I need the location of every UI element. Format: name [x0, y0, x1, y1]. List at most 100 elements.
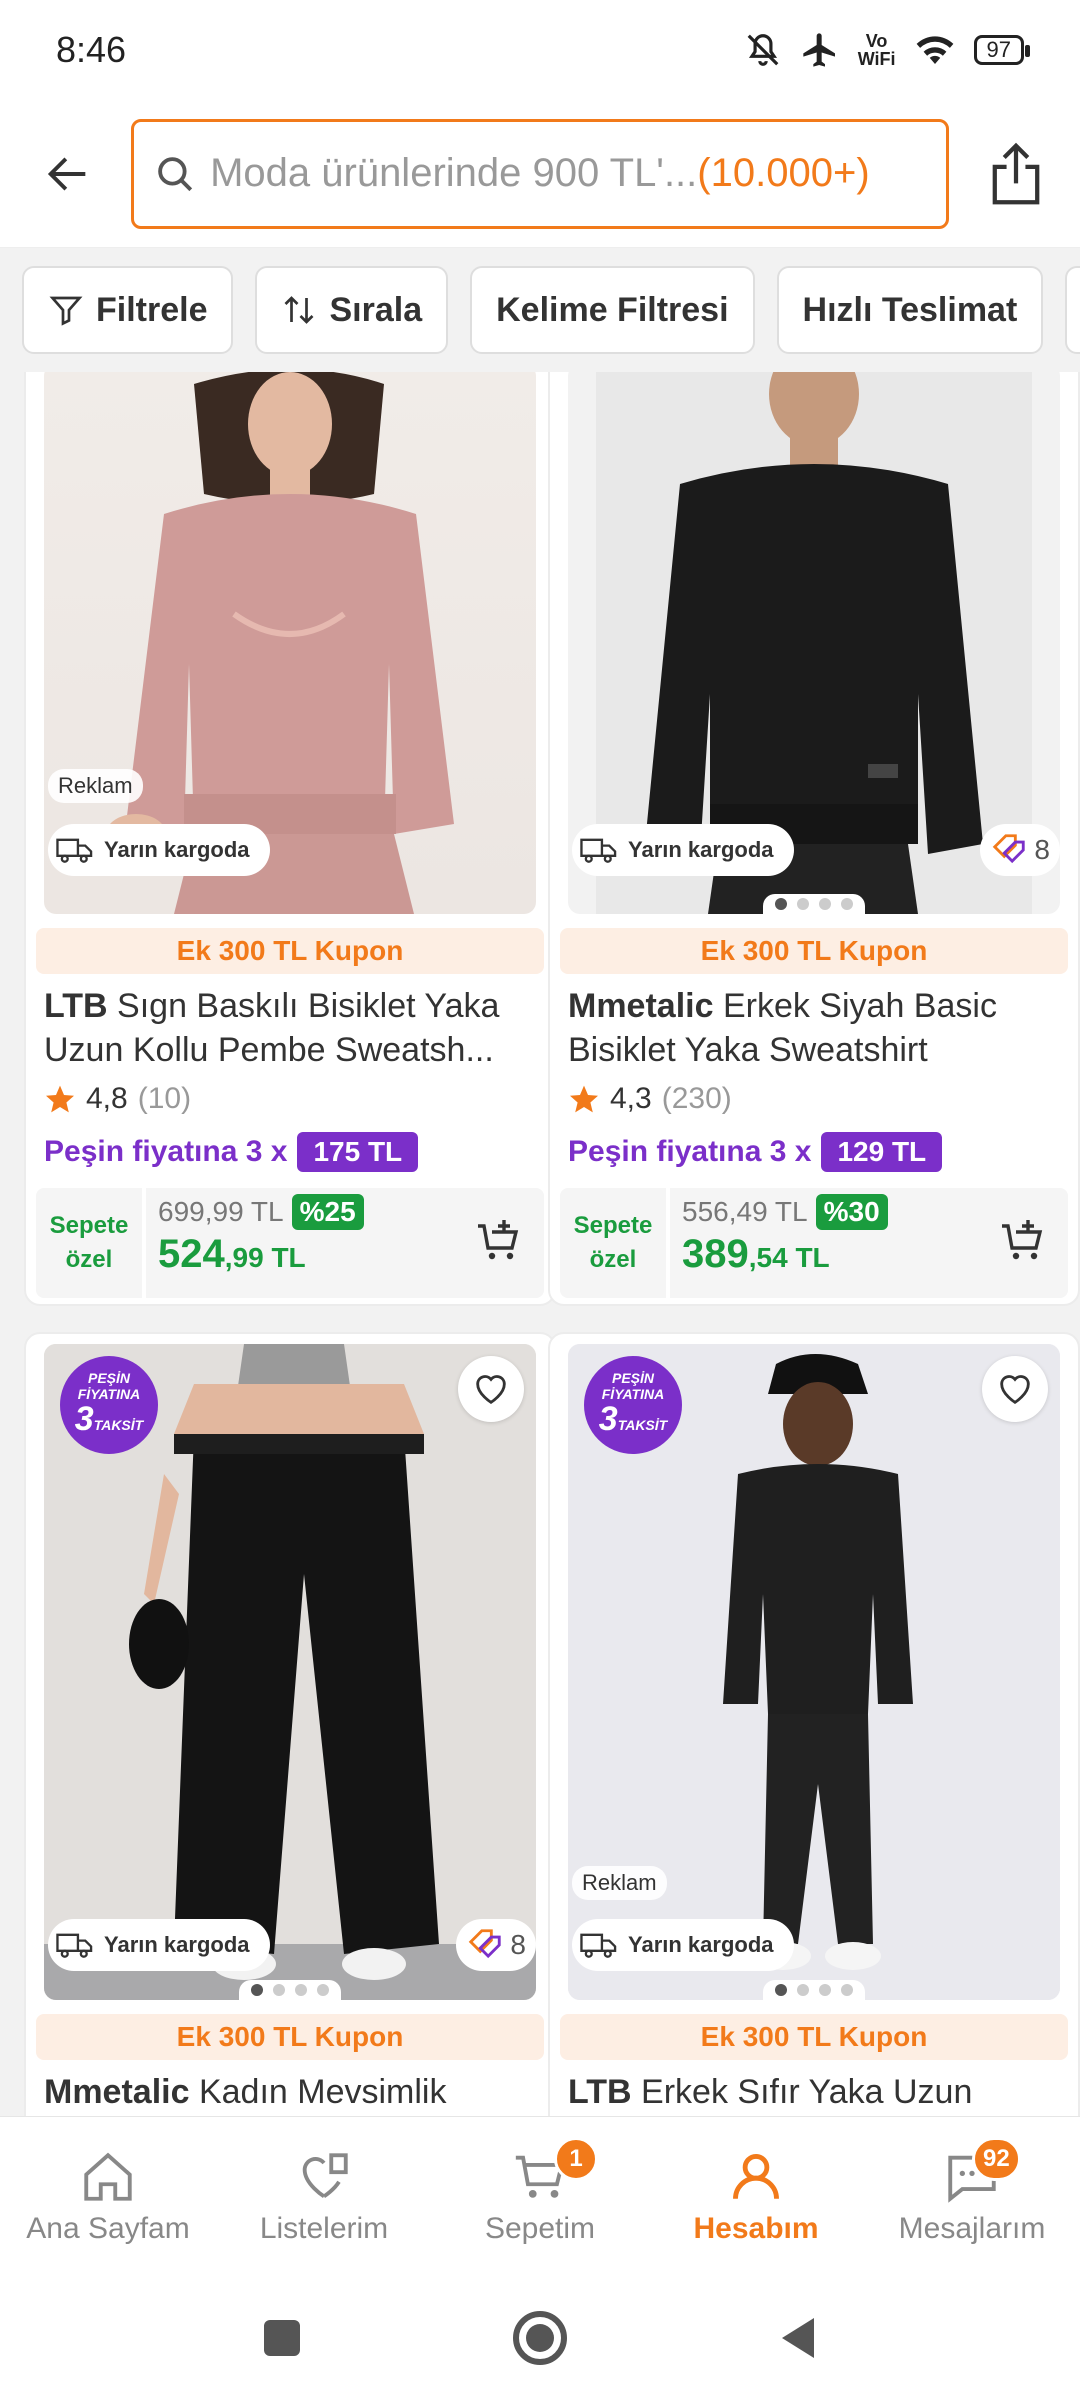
product-title: Mmetalic Kadın Mevsimlik [44, 2070, 536, 2116]
battery-indicator: 97 [973, 35, 1031, 65]
cart-plus-icon [1002, 1220, 1043, 1260]
product-name: Kadın Mevsimlik [198, 2073, 447, 2111]
home-icon [84, 2152, 132, 2201]
rating-count: (230) [661, 1082, 732, 1115]
product-brand: LTB [44, 987, 108, 1025]
filter-bar: Filtrele Sırala Kelime Filtresi Hızlı Te… [0, 248, 1080, 372]
wifi-icon [916, 36, 953, 64]
product-brand: LTB [568, 2073, 632, 2111]
share-button[interactable] [977, 134, 1056, 214]
product-card[interactable]: PEŞİN FİYATINA 3TAKSİT Yarın kargoda 8 E… [24, 1332, 556, 2116]
product-card[interactable]: PEŞİN FİYATINA 3TAKSİT Reklam Yarın karg… [548, 1332, 1080, 2116]
keyword-filter-chip[interactable]: Kelime Filtresi [470, 266, 755, 354]
fast-delivery-chip[interactable]: Hızlı Teslimat [776, 266, 1044, 354]
ad-label: Reklam [48, 769, 143, 803]
nav-cart[interactable]: 1 Sepetim [432, 2117, 648, 2276]
product-title: LTB Erkek Sıfır Yaka Uzun [568, 2070, 1060, 2116]
installment-label: Peşin fiyatına 3 x [568, 1135, 812, 1168]
price-main: 699,99 TL %25 524,99 TL [146, 1188, 544, 1298]
product-rating: 4,8 (10) [44, 1082, 536, 1116]
variant-count-badge[interactable]: 8 [980, 824, 1060, 876]
rating-count: (10) [137, 1082, 192, 1115]
nav-label: Listelerim [259, 2211, 389, 2245]
product-rating: 4,3 (230) [568, 1082, 1060, 1116]
coupon-banner: Ek 300 TL Kupon [560, 928, 1068, 974]
truck-icon [580, 838, 617, 863]
message-count-badge: 92 [972, 2137, 1021, 2181]
product-card[interactable]: Yarın kargoda 8 Ek 300 TL Kupon Mmetalic… [548, 372, 1080, 1306]
sort-button[interactable]: Sırala [255, 266, 449, 354]
color-tags-icon [469, 1929, 502, 1959]
discount-badge: %30 [815, 1194, 888, 1230]
image-pagination-dots [239, 1980, 341, 2000]
ad-label: Reklam [572, 1866, 667, 1900]
cart-count-badge: 1 [554, 2137, 598, 2181]
cart-plus-icon [478, 1220, 519, 1260]
installment-label: Peşin fiyatına 3 x [44, 1135, 288, 1168]
share-icon [993, 142, 1040, 204]
search-header: Moda ürünlerinde 900 TL'... (10.000+) [0, 100, 1080, 248]
heart-icon [1000, 1375, 1030, 1405]
star-icon [46, 1085, 74, 1113]
installment-info: Peşin fiyatına 3 x 175 TL [44, 1132, 536, 1172]
truck-icon [580, 1933, 617, 1958]
heart-icon [476, 1375, 506, 1405]
filter-button[interactable]: Filtrele [22, 266, 234, 354]
sort-arrows-icon [285, 296, 314, 324]
installment-price: 129 TL [821, 1132, 943, 1172]
delivery-badge: Yarın kargoda [48, 824, 270, 876]
favorite-button[interactable] [982, 1356, 1048, 1422]
product-image[interactable]: Reklam Yarın kargoda [44, 372, 536, 914]
price-box: Sepete özel 699,99 TL %25 524,99 TL [36, 1188, 544, 1298]
nav-label: Hesabım [693, 2211, 819, 2245]
funnel-icon [49, 296, 83, 326]
rating-score: 4,3 [610, 1082, 652, 1115]
product-card[interactable]: Reklam Yarın kargoda Ek 300 TL Kupon LTB… [24, 372, 556, 1306]
color-tags-icon [993, 834, 1026, 864]
product-image[interactable]: PEŞİN FİYATINA 3TAKSİT Reklam Yarın karg… [568, 1344, 1060, 2000]
image-pagination-dots [763, 1980, 865, 2000]
installment-promo-badge: PEŞİN FİYATINA 3TAKSİT [584, 1356, 682, 1454]
product-name: Sıgn Baskılı Bisiklet Yaka Uzun Kollu Pe… [44, 987, 500, 1069]
nav-messages[interactable]: 92 Mesajlarım [864, 2117, 1080, 2276]
back-triangle-icon[interactable] [778, 2316, 818, 2360]
variant-count-badge[interactable]: 8 [456, 1919, 536, 1971]
product-brand: Mmetalic [44, 2073, 190, 2111]
arrow-left-icon [47, 156, 85, 191]
nav-account[interactable]: Hesabım [648, 2117, 864, 2276]
airplane-icon [803, 33, 835, 67]
recents-icon[interactable] [262, 2318, 302, 2358]
add-to-cart-button[interactable] [994, 1214, 1050, 1270]
user-icon [733, 2153, 779, 2199]
status-bar: 8:46 Vo WiFi 97 [0, 0, 1080, 100]
heart-list-icon [302, 2152, 348, 2198]
product-image[interactable]: Yarın kargoda 8 [568, 372, 1060, 914]
status-icons: Vo WiFi 97 [744, 30, 1031, 70]
nav-label: Mesajlarım [898, 2211, 1046, 2245]
basket-special-label: Sepete özel [560, 1188, 666, 1298]
discount-badge: %25 [291, 1194, 364, 1230]
search-result-count: (10.000+) [697, 151, 870, 195]
bottom-navigation: Ana Sayfam Listelerim 1 Sepetim Hesabım … [0, 2116, 1080, 2276]
search-input[interactable]: Moda ürünlerinde 900 TL'... (10.000+) [131, 118, 949, 229]
installment-info: Peşin fiyatına 3 x 129 TL [568, 1132, 1060, 1172]
coupon-banner: Ek 300 TL Kupon [36, 928, 544, 974]
nav-lists[interactable]: Listelerim [216, 2117, 432, 2276]
nav-label: Sepetim [484, 2211, 596, 2245]
vowifi-indicator: Vo WiFi [857, 31, 896, 69]
search-query-text: Moda ürünlerinde 900 TL'... [210, 151, 698, 195]
favorite-button[interactable] [458, 1356, 524, 1422]
more-filter-chip[interactable]: M [1065, 266, 1080, 354]
truck-icon [56, 1933, 93, 1958]
back-button[interactable] [24, 130, 111, 218]
home-circle-icon[interactable] [512, 2310, 568, 2366]
price-box: Sepete özel 556,49 TL %30 389,54 TL [560, 1188, 1068, 1298]
coupon-banner: Ek 300 TL Kupon [36, 2014, 544, 2060]
product-brand: Mmetalic [568, 987, 714, 1025]
product-image[interactable]: PEŞİN FİYATINA 3TAKSİT Yarın kargoda 8 [44, 1344, 536, 2000]
nav-home[interactable]: Ana Sayfam [0, 2117, 216, 2276]
price-main: 556,49 TL %30 389,54 TL [670, 1188, 1068, 1298]
truck-icon [56, 838, 93, 863]
add-to-cart-button[interactable] [470, 1214, 526, 1270]
product-title: LTB Sıgn Baskılı Bisiklet Yaka Uzun Koll… [44, 984, 536, 1072]
